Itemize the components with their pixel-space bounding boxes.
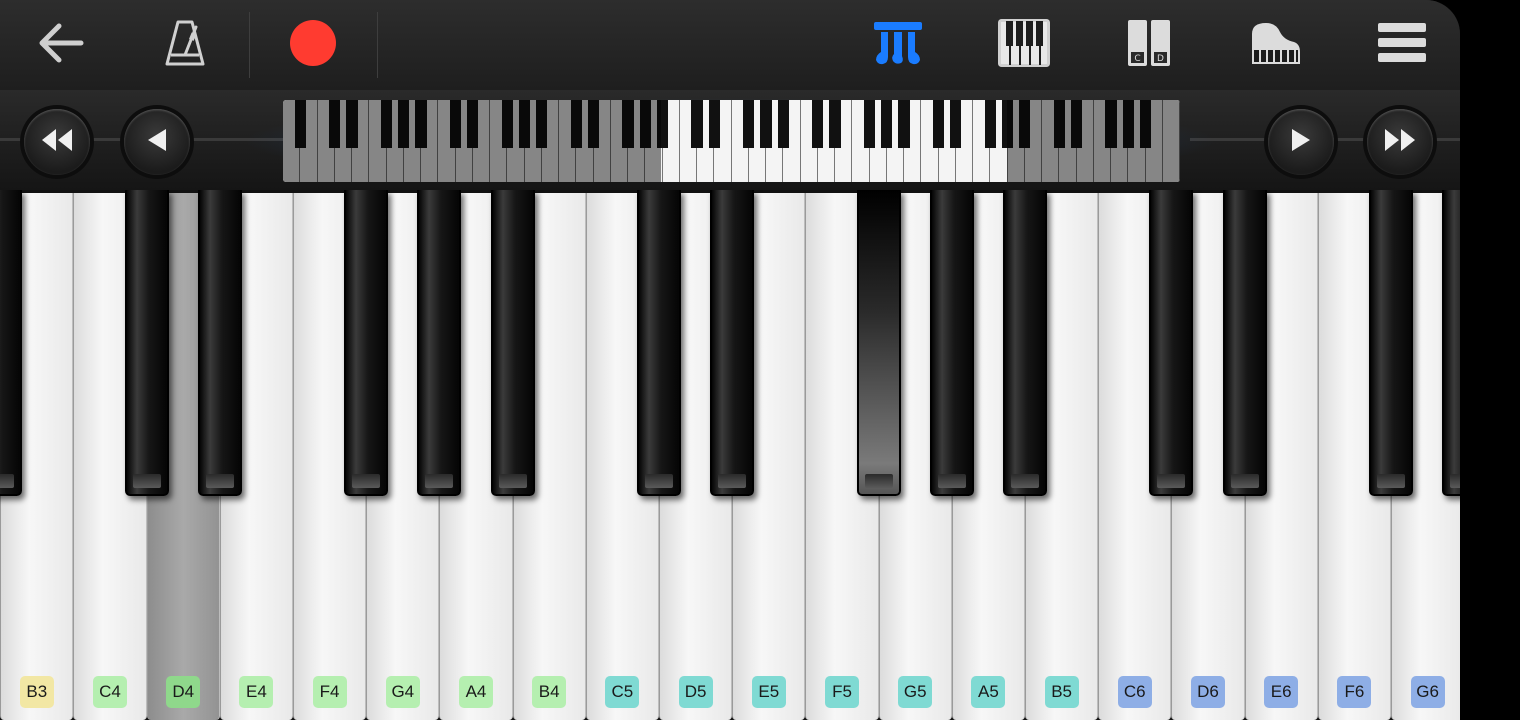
overview-black-key <box>760 100 772 148</box>
overview-dim-left <box>283 100 661 182</box>
toolbar-divider <box>249 12 250 78</box>
play-icon <box>1288 127 1314 157</box>
mode-button[interactable] <box>860 0 936 90</box>
fast-rewind-icon <box>40 127 74 157</box>
note-labels-cd-icon: C D <box>1127 19 1171 71</box>
note-label: E6 <box>1264 676 1299 708</box>
note-label: F6 <box>1337 676 1372 708</box>
piano-app: C D B3 C4 D4 E4 F4 G4 A4 B4 C5 D5 E5 F5 … <box>0 0 1460 720</box>
note-label: D6 <box>1190 676 1225 708</box>
black-key-a-sharp-3[interactable] <box>0 190 23 496</box>
black-key-g-sharp-6[interactable] <box>1442 190 1460 496</box>
black-key-c-sharp-4[interactable] <box>124 190 169 496</box>
black-key-c-sharp-6[interactable] <box>1149 190 1194 496</box>
note-label: F4 <box>312 676 347 708</box>
note-label: A5 <box>971 676 1006 708</box>
note-label: F5 <box>824 676 859 708</box>
black-key-a-sharp-5[interactable] <box>1003 190 1047 496</box>
svg-text:D: D <box>1157 54 1164 64</box>
note-label: E4 <box>239 676 274 708</box>
black-key-c-sharp-5[interactable] <box>637 190 681 496</box>
grand-piano-icon <box>1250 20 1302 70</box>
piano-keyboard: B3 C4 D4 E4 F4 G4 A4 B4 C5 D5 E5 F5 G5 A5 B5 C6 D6 E6 F6 G6 <box>0 190 1460 720</box>
black-key-f-sharp-5[interactable] <box>856 190 901 496</box>
menu-button[interactable] <box>1362 0 1442 90</box>
note-labels-button[interactable]: C D <box>1110 0 1188 90</box>
top-toolbar: C D <box>0 0 1460 90</box>
black-key-a-sharp-4[interactable] <box>490 190 535 496</box>
metronome-button[interactable] <box>145 0 225 90</box>
overview-black-key <box>863 100 875 148</box>
svg-text:C: C <box>1134 54 1140 64</box>
keyboard-icon <box>998 19 1050 71</box>
overview-black-key <box>881 100 893 148</box>
overview-black-key <box>950 100 962 148</box>
overview-black-key <box>691 100 703 148</box>
arrow-left-icon <box>35 21 85 69</box>
black-key-f-sharp-6[interactable] <box>1369 190 1413 496</box>
note-label: G6 <box>1410 676 1445 708</box>
fast-forward-icon <box>1383 127 1417 157</box>
hamburger-menu-icon <box>1377 21 1427 69</box>
note-label: B5 <box>1044 676 1079 708</box>
overview-black-key <box>708 100 720 148</box>
note-label: D5 <box>678 676 713 708</box>
piano-keys-blue-icon <box>872 20 924 70</box>
black-key-d-sharp-5[interactable] <box>710 190 755 496</box>
back-button[interactable] <box>20 0 100 90</box>
note-label: C5 <box>605 676 640 708</box>
black-key-d-sharp-6[interactable] <box>1222 190 1267 496</box>
toolbar-divider <box>377 12 378 78</box>
record-button[interactable] <box>275 0 351 90</box>
black-key-g-sharp-5[interactable] <box>929 190 974 496</box>
note-label: D4 <box>166 676 201 708</box>
note-label: G4 <box>385 676 420 708</box>
note-label: C4 <box>92 676 127 708</box>
overview-black-key <box>743 100 755 148</box>
overview-black-key <box>777 100 789 148</box>
overview-black-key <box>898 100 910 148</box>
note-label: E5 <box>751 676 786 708</box>
note-label: G5 <box>898 676 933 708</box>
note-label: A4 <box>458 676 493 708</box>
overview-black-key <box>829 100 841 148</box>
black-key-g-sharp-4[interactable] <box>417 190 462 496</box>
note-label: B4 <box>532 676 567 708</box>
note-label: C6 <box>1117 676 1152 708</box>
keyboard-overview-scroller[interactable] <box>283 100 1180 182</box>
black-key-f-sharp-4[interactable] <box>344 190 389 496</box>
overview-black-key <box>812 100 824 148</box>
play-button[interactable] <box>1268 109 1334 175</box>
fast-forward-button[interactable] <box>1367 109 1433 175</box>
rewind-icon <box>144 127 170 157</box>
record-icon <box>289 19 337 71</box>
fast-rewind-button[interactable] <box>24 109 90 175</box>
instrument-button[interactable] <box>1236 0 1316 90</box>
overview-black-key <box>932 100 944 148</box>
overview-black-key <box>984 100 996 148</box>
black-key-d-sharp-4[interactable] <box>197 190 242 496</box>
overview-dim-right <box>1007 100 1180 182</box>
rewind-button[interactable] <box>124 109 190 175</box>
metronome-icon <box>163 18 207 72</box>
single-keyboard-button[interactable] <box>985 0 1063 90</box>
note-label: B3 <box>19 676 54 708</box>
